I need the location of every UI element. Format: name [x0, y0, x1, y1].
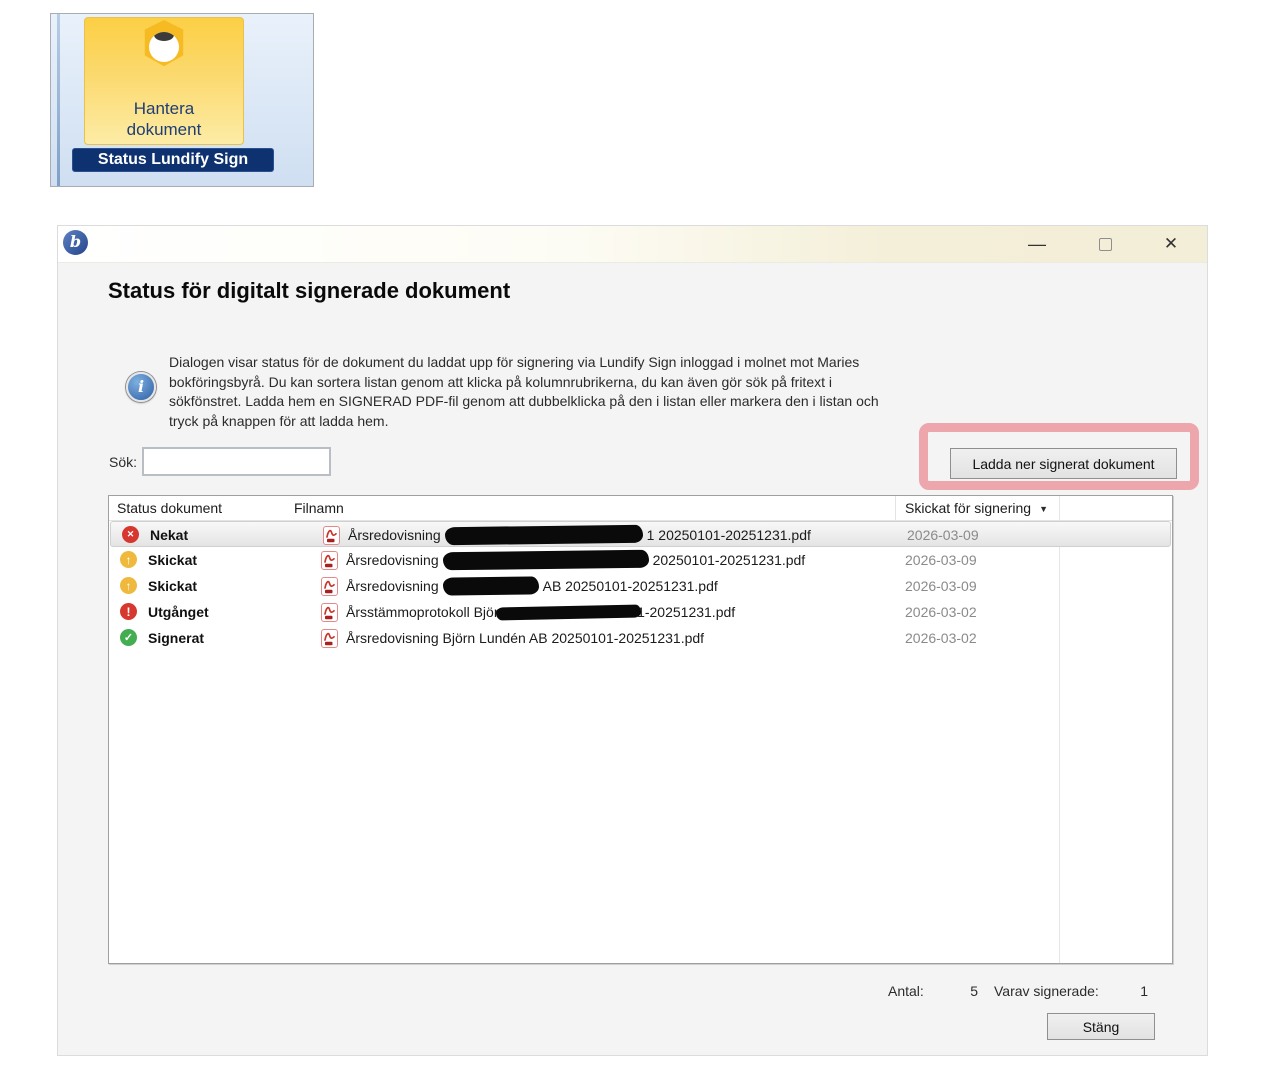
sort-desc-icon: ▼ [1039, 504, 1048, 514]
status-dialog-window: b — ✕ Status för digitalt signerade doku… [57, 225, 1208, 1056]
column-divider [895, 496, 896, 521]
title-bar: b — ✕ [58, 226, 1207, 263]
filename-cell: Årsredovisning Björn Lundén AB 20250101-… [321, 625, 891, 651]
info-icon: i [126, 372, 156, 402]
status-label: Nekat [150, 527, 188, 543]
redaction-scribble [443, 550, 649, 571]
minimize-icon: — [1028, 234, 1046, 255]
sent-date: 2026-03-09 [907, 527, 979, 543]
filename-text: Årsredovisning1 20250101-20251231.pdf [348, 522, 811, 548]
close-button[interactable]: ✕ [1156, 230, 1186, 258]
sent-date: 2026-03-02 [905, 630, 977, 646]
status-lundify-sign-label: Status Lundify Sign [72, 148, 274, 172]
pdf-file-icon [321, 629, 338, 648]
skickat-status-icon: ↑ [120, 551, 137, 568]
redaction-scribble [496, 604, 641, 620]
table-row[interactable]: ↑ Skickat Årsredovisning20250101-20251231… [109, 547, 1172, 573]
varav-signerade-label: Varav signerade: [994, 983, 1099, 999]
dialog-title: Status för digitalt signerade dokument [108, 278, 510, 304]
redaction-scribble [443, 576, 539, 595]
table-row[interactable]: ✕ Nekat Årsredovisning1 20250101-20251231… [110, 521, 1171, 547]
bl-logo-icon: b [63, 230, 88, 255]
download-signed-document-button[interactable]: Ladda ner signerat dokument [950, 448, 1177, 479]
filename-text: Årsredovisning20250101-20251231.pdf [346, 547, 805, 573]
info-text: Dialogen visar status för de dokument du… [169, 353, 999, 431]
status-label: Signerat [148, 630, 204, 646]
close-icon: ✕ [1164, 234, 1178, 254]
varav-signerade-value: 1 [1118, 983, 1148, 999]
redaction-scribble [445, 525, 643, 545]
antal-value: 5 [948, 983, 978, 999]
filename-text: Årsredovisning Björn Lundén AB 20250101-… [346, 625, 704, 651]
nekat-status-icon: ✕ [122, 526, 139, 543]
table-row[interactable]: ↑ Skickat ÅrsredovisningAB 20250101-20251… [109, 573, 1172, 599]
filename-text: ÅrsredovisningAB 20250101-20251231.pdf [346, 573, 718, 599]
filename-cell: Årsredovisning1 20250101-20251231.pdf [323, 522, 893, 548]
antal-label: Antal: [888, 983, 924, 999]
documents-table: Status dokument Filnamn Skickat för sign… [108, 495, 1173, 964]
search-input[interactable] [142, 447, 331, 476]
sent-date: 2026-03-09 [905, 578, 977, 594]
pdf-file-icon [321, 577, 338, 596]
maximize-icon [1099, 238, 1112, 251]
table-header: Status dokument Filnamn Skickat för sign… [109, 496, 1172, 521]
hantera-dokument-button[interactable]: Hantera dokument [84, 17, 244, 145]
column-header-filename[interactable]: Filnamn [294, 500, 344, 516]
table-row[interactable]: ! Utgånget Årsstämmoprotokoll Björn Lundé… [109, 599, 1172, 625]
status-label: Skickat [148, 578, 197, 594]
pdf-file-icon [321, 551, 338, 570]
status-label: Skickat [148, 552, 197, 568]
pdf-file-icon [321, 603, 338, 622]
utganget-status-icon: ! [120, 603, 137, 620]
pdf-file-icon [323, 526, 340, 545]
filename-cell: ÅrsredovisningAB 20250101-20251231.pdf [321, 573, 891, 599]
column-header-status[interactable]: Status dokument [117, 500, 222, 516]
person-document-icon [128, 20, 200, 90]
table-body: ✕ Nekat Årsredovisning1 20250101-20251231… [109, 521, 1172, 651]
signerat-status-icon: ✓ [120, 629, 137, 646]
search-label: Sök: [109, 454, 137, 470]
filename-cell: Årsredovisning20250101-20251231.pdf [321, 547, 891, 573]
stang-button[interactable]: Stäng [1047, 1013, 1155, 1040]
ribbon-fragment: Hantera dokument Status Lundify Sign [50, 13, 314, 187]
sent-date: 2026-03-02 [905, 604, 977, 620]
sent-date: 2026-03-09 [905, 552, 977, 568]
screen: Hantera dokument Status Lundify Sign b —… [0, 0, 1263, 1081]
status-label: Utgånget [148, 604, 209, 620]
minimize-button[interactable]: — [1022, 230, 1052, 258]
ribbon-button-label: Hantera dokument [85, 98, 243, 140]
table-row[interactable]: ✓ Signerat Årsredovisning Björn Lundén AB… [109, 625, 1172, 651]
filename-text: Årsstämmoprotokoll Björn Lundén AB 20250… [346, 599, 735, 625]
skickat-status-icon: ↑ [120, 577, 137, 594]
column-header-sent-for-signing[interactable]: Skickat för signering▼ [905, 500, 1048, 516]
filename-cell: Årsstämmoprotokoll Björn Lundén AB 20250… [321, 599, 891, 625]
maximize-button[interactable] [1090, 230, 1120, 258]
